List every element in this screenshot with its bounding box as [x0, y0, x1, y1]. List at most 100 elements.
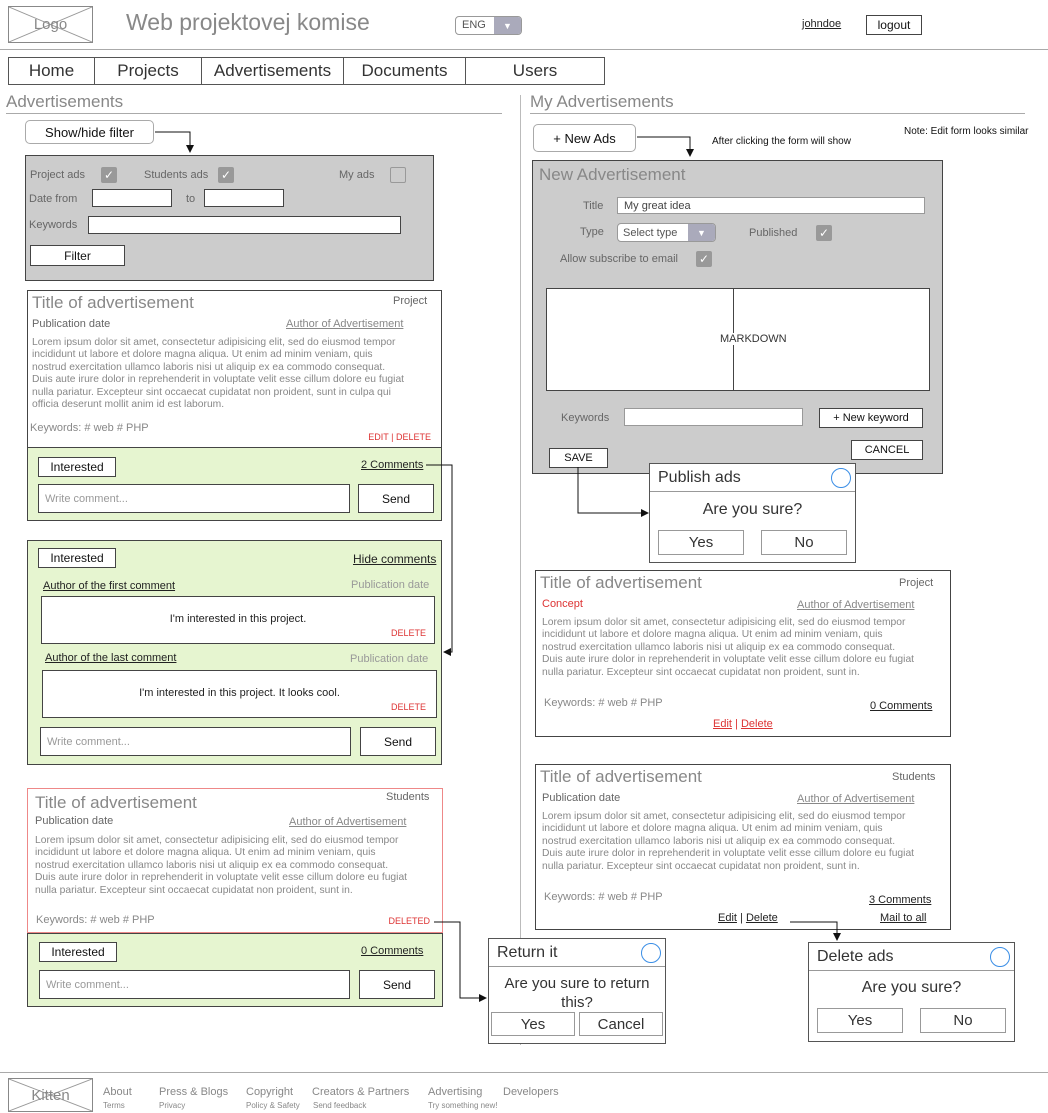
footer-link-policy[interactable]: Policy & Safety	[246, 1101, 300, 1110]
send-button[interactable]: Send	[359, 970, 435, 999]
footer-link-developers[interactable]: Developers	[503, 1086, 559, 1098]
nav-users[interactable]: Users	[466, 58, 604, 84]
footer-link-press[interactable]: Press & Blogs	[159, 1086, 228, 1098]
comments-link[interactable]: 2 Comments	[361, 459, 423, 471]
date-from-input[interactable]	[92, 189, 172, 207]
interested-button[interactable]: Interested	[39, 942, 117, 962]
nav-projects[interactable]: Projects	[95, 58, 202, 84]
nav-home[interactable]: Home	[9, 58, 95, 84]
mail-all-link[interactable]: Mail to all	[880, 912, 926, 924]
body-line: nostrud exercitation ullamco laboris nis…	[542, 641, 896, 653]
send-button[interactable]: Send	[358, 484, 434, 513]
delete-link[interactable]: Delete	[746, 912, 778, 924]
date-to-input[interactable]	[204, 189, 284, 207]
dialog-title: Return it	[489, 939, 665, 967]
deleted-status-link[interactable]: DELETED	[388, 916, 430, 926]
new-ad-form: New Advertisement Title My great idea Ty…	[532, 160, 943, 474]
footer-link-feedback[interactable]: Send feedback	[313, 1101, 366, 1110]
markdown-editor[interactable]: MARKDOWN	[546, 288, 930, 391]
nav-advertisements[interactable]: Advertisements	[202, 58, 344, 84]
students-ads-checkbox[interactable]: ✓	[218, 167, 234, 183]
no-button[interactable]: No	[920, 1008, 1006, 1033]
save-button[interactable]: SAVE	[549, 448, 608, 468]
edit-delete-actions[interactable]: EDIT | DELETE	[368, 432, 431, 442]
comment-author-link[interactable]: Author of the first comment	[43, 580, 175, 592]
footer-link-advertising[interactable]: Advertising	[428, 1086, 482, 1098]
comments-link[interactable]: 3 Comments	[869, 894, 931, 906]
delete-link[interactable]: Delete	[741, 718, 773, 730]
yes-button[interactable]: Yes	[658, 530, 744, 555]
publication-date: Publication date	[32, 318, 111, 330]
close-icon[interactable]	[641, 943, 661, 963]
author-link[interactable]: Author of Advertisement	[797, 793, 914, 805]
form-keywords-input[interactable]	[624, 408, 803, 426]
dialog-question-line2: this?	[561, 994, 593, 1011]
comment-date: Publication date	[351, 579, 430, 591]
comment-input[interactable]: Write comment...	[39, 970, 350, 999]
return-dialog: Return it Are you sure to return this? Y…	[488, 938, 666, 1044]
toggle-filter-button[interactable]: Show/hide filter	[25, 120, 154, 144]
ad-type: Project	[899, 577, 934, 589]
body-line: nulla pariatur. Excepteur sint occaecat …	[542, 860, 860, 872]
language-select[interactable]: ENG ▼	[455, 16, 522, 35]
comment-delete-link[interactable]: DELETE	[391, 702, 426, 712]
yes-button[interactable]: Yes	[491, 1012, 575, 1036]
logout-button[interactable]: logout	[866, 15, 922, 35]
body-line: officia deserunt mollit anim id est labo…	[32, 399, 225, 411]
header-divider	[0, 49, 1048, 50]
interest-panel: Interested 2 Comments Write comment... S…	[27, 447, 442, 521]
comment-author-link[interactable]: Author of the last comment	[45, 652, 176, 664]
footer-link-creators[interactable]: Creators & Partners	[312, 1086, 409, 1098]
logo-text: Logo	[33, 16, 68, 33]
comment-delete-link[interactable]: DELETE	[391, 628, 426, 638]
close-icon[interactable]	[831, 468, 851, 488]
no-button[interactable]: No	[761, 530, 847, 555]
body-line: nulla pariatur. Excepteur sint occaecat …	[542, 666, 860, 678]
title-input[interactable]: My great idea	[617, 197, 925, 214]
project-ads-checkbox[interactable]: ✓	[101, 167, 117, 183]
author-link[interactable]: Author of Advertisement	[289, 816, 406, 828]
published-checkbox[interactable]: ✓	[816, 225, 832, 241]
yes-button[interactable]: Yes	[817, 1008, 903, 1033]
new-ads-button[interactable]: + New Ads	[533, 124, 636, 152]
edit-link[interactable]: Edit	[718, 912, 737, 924]
footer-link-terms[interactable]: Terms	[103, 1101, 125, 1110]
close-icon[interactable]	[990, 947, 1010, 967]
my-ads-checkbox[interactable]	[390, 167, 406, 183]
interested-button[interactable]: Interested	[38, 548, 116, 568]
cancel-button[interactable]: Cancel	[579, 1012, 663, 1036]
body-line: nulla pariatur. Excepteur sint occaecat …	[35, 884, 353, 896]
edit-delete-actions: Edit | Delete	[713, 718, 773, 730]
footer-link-privacy[interactable]: Privacy	[159, 1101, 185, 1110]
ad-keywords: Keywords: # web # PHP	[544, 697, 663, 709]
comments-link[interactable]: 0 Comments	[870, 700, 932, 712]
nav-documents[interactable]: Documents	[344, 58, 466, 84]
comment-input[interactable]: Write comment...	[40, 727, 351, 756]
filter-button[interactable]: Filter	[30, 245, 125, 266]
ad-type: Project	[393, 295, 428, 307]
subscribe-checkbox[interactable]: ✓	[696, 251, 712, 267]
annotation-click: After clicking the form will show	[712, 136, 851, 147]
interested-button[interactable]: Interested	[38, 457, 116, 477]
comments-panel: Interested Hide comments Author of the f…	[27, 540, 442, 765]
interest-panel: Interested 0 Comments Write comment... S…	[27, 933, 443, 1007]
cancel-button[interactable]: CANCEL	[851, 440, 923, 460]
edit-link[interactable]: Edit	[713, 718, 732, 730]
username-link[interactable]: johndoe	[802, 18, 841, 30]
dialog-question: Are you sure?	[702, 501, 803, 518]
body-line: Duis aute irure dolor in reprehenderit i…	[542, 654, 915, 666]
author-link[interactable]: Author of Advertisement	[797, 599, 914, 611]
body-line: Lorem ipsum dolor sit amet, consectetur …	[542, 811, 906, 822]
send-button[interactable]: Send	[360, 727, 436, 756]
keywords-input[interactable]	[88, 216, 401, 234]
comments-link[interactable]: 0 Comments	[361, 945, 423, 957]
footer-link-about[interactable]: About	[103, 1086, 132, 1098]
type-select[interactable]: Select type ▼	[617, 223, 716, 242]
ad-body: Lorem ipsum dolor sit amet, consectetur …	[542, 617, 914, 679]
footer-link-try[interactable]: Try something new!	[428, 1101, 498, 1110]
author-link[interactable]: Author of Advertisement	[286, 318, 403, 330]
new-keyword-button[interactable]: + New keyword	[819, 408, 923, 428]
footer-link-copyright[interactable]: Copyright	[246, 1086, 293, 1098]
comment-input[interactable]: Write comment...	[38, 484, 350, 513]
hide-comments-link[interactable]: Hide comments	[353, 552, 436, 566]
